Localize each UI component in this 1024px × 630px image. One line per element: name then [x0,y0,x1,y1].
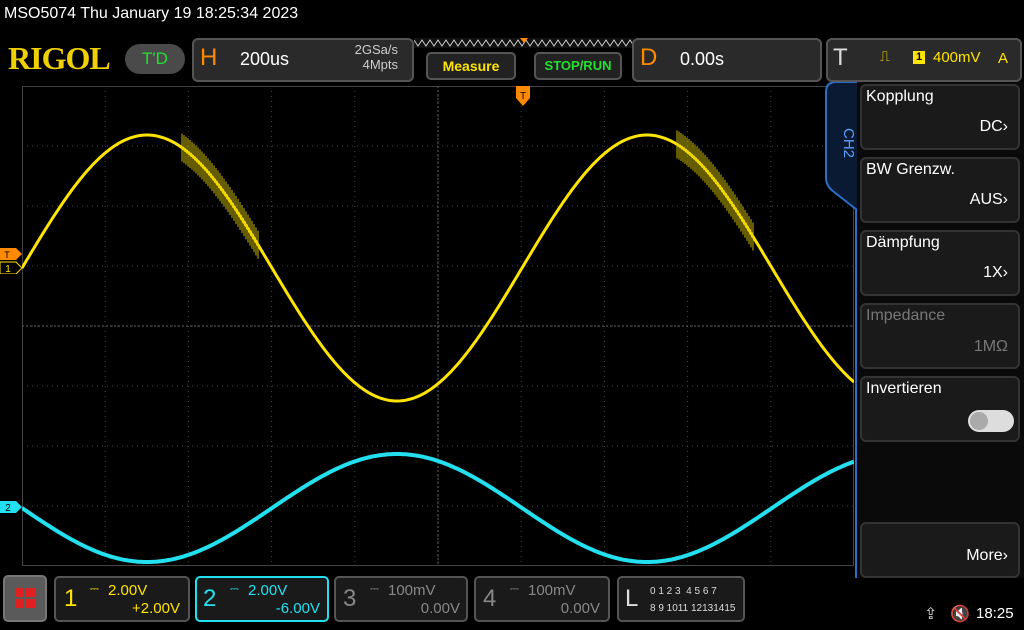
rising-edge-icon: ⎍ [880,48,890,64]
status-clock: 18:25 [976,605,1014,622]
measure-button[interactable]: Measure [426,52,516,80]
dc-coupling-icon: ⎓ [230,583,239,595]
svg-text:T: T [4,250,10,260]
ch2-number: 2 [203,585,217,612]
ch1-scale: 2.00V [108,582,148,599]
trigger-level: 400mV [933,49,981,66]
td-button[interactable]: T'D [125,44,185,74]
grid-menu-icon [15,588,35,608]
dc-coupling-icon: ⎓ [510,583,519,595]
timebase-value: 200us [240,49,290,69]
trigger-mode: A [998,50,1009,67]
dc-coupling-icon: ⎓ [370,583,379,595]
trigger-label: T [833,44,848,71]
trigger-position-marker[interactable]: T [516,86,530,108]
menu-more: More› [966,547,1008,564]
ch4-number: 4 [483,585,497,612]
ch2-tab-label: CH2 [840,128,857,159]
chevron-right-icon: › [1002,191,1008,208]
rigol-logo: RIGOL [8,40,111,76]
menu-value-daempfung: 1X› [983,264,1008,281]
ch4-scale: 100mV [528,582,576,599]
ch3-number: 3 [343,585,357,612]
menu-label-invertieren: Invertieren [866,380,942,397]
svg-text:2: 2 [5,503,11,514]
waveform-display[interactable] [22,86,854,566]
ch2-level-marker[interactable]: 2 [0,500,24,514]
sample-rate: 2GSa/s [354,42,398,57]
logic-label: L [625,585,639,612]
dc-coupling-icon: ⎓ [90,583,99,595]
menu-value-bw-limit: AUS› [969,191,1008,208]
menu-value-kopplung: DC› [979,118,1008,135]
delay-panel[interactable] [632,38,822,82]
svg-text:1: 1 [5,264,11,274]
ch2-scale: 2.00V [248,582,288,599]
ch3-scale: 100mV [388,582,436,599]
menu-label-bw-limit: BW Grenzw. [866,161,955,178]
logic-channels-high: 8 9 1011 12131415 [650,603,736,614]
delay-label: D [640,44,658,71]
ch3-offset: 0.00V [420,600,460,617]
menu-label-impedance: Impedance [866,307,946,324]
ch2-offset: -6.00V [275,600,320,617]
menu-value-impedance: 1MΩ [973,338,1008,355]
logic-channels-low: 0 1 2 3 4 5 6 7 [650,586,717,597]
menu-label-daempfung: Dämpfung [866,234,940,251]
ch1-offset: +2.00V [132,600,180,617]
menu-label-kopplung: Kopplung [866,88,934,105]
toggle-knob [970,412,988,430]
svg-text:T: T [520,91,526,102]
memory-depth: 4Mpts [362,57,398,72]
delay-value: 0.00s [680,49,725,69]
chevron-right-icon: › [1002,264,1008,281]
ch1-level-markers[interactable]: T 1 [0,248,24,274]
trigger-source: 1 [913,51,925,64]
ch1-number: 1 [64,585,78,612]
ch4-offset: 0.00V [560,600,600,617]
home-menu-button[interactable] [3,575,47,622]
stop-run-button[interactable]: STOP/RUN [534,52,622,80]
horizontal-label: H [200,44,218,71]
chevron-right-icon: › [1002,547,1008,564]
usb-icon: ⇪ [924,606,938,623]
waveform-overview-bar[interactable] [414,38,634,48]
speaker-muted-icon[interactable]: 🔇 [950,604,970,624]
window-title: MSO5074 Thu January 19 18:25:34 2023 [4,5,299,22]
chevron-right-icon: › [1002,118,1008,135]
